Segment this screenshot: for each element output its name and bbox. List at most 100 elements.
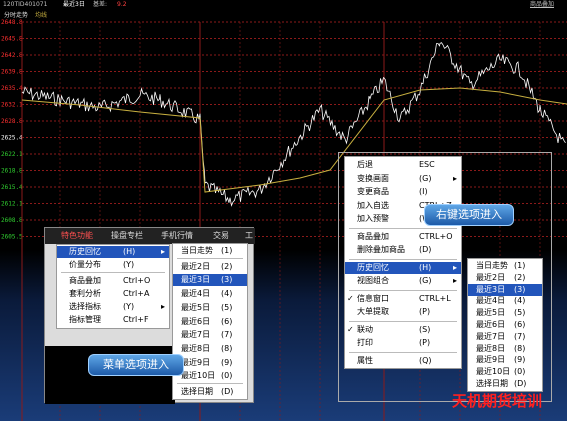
menu-item[interactable]: 变换画面 (G) ▸ — [345, 173, 461, 185]
menu-item[interactable]: 选择日期 (D) — [173, 386, 247, 398]
menu-item-shortcut: (Y) — [123, 302, 135, 311]
menu-item-label: 最近6日 — [181, 316, 211, 326]
menu-item[interactable]: 最近3日 (3) — [173, 274, 247, 287]
menu-item-shortcut: (D) — [514, 379, 527, 388]
menu-item-label: 联动 — [357, 324, 373, 334]
menu-item-label: 加入预警 — [357, 214, 389, 223]
chart-subheader: 分时走势 均线 — [0, 10, 567, 21]
menu-item[interactable]: 商品叠加 Ctrl+O — [57, 275, 169, 287]
menu-item-shortcut: (4) — [221, 289, 233, 299]
menu-item-shortcut: (6) — [514, 320, 526, 329]
y-tick-label: 2608.8 — [1, 217, 23, 224]
menu-item-label: 最近3日 — [476, 284, 506, 294]
y-tick-label: 2605.5 — [1, 234, 23, 241]
menu-item-label: 价量分布 — [69, 260, 101, 269]
menu-separator — [177, 383, 243, 384]
menu-item[interactable]: 最近4日 (4) — [173, 288, 247, 300]
menu-item-shortcut: (5) — [514, 308, 526, 318]
menu-item[interactable]: 最近2日 (2) — [468, 272, 542, 284]
quote-header: 120TID401071 最近3日 基差: 9.2 商品叠加 — [0, 0, 567, 10]
menu-item-shortcut: (0) — [221, 371, 233, 381]
menu-item-label: 选择指标 — [69, 302, 101, 311]
submenu-arrow-icon: ▸ — [452, 276, 457, 285]
menu-item[interactable]: 后退 ESC — [345, 159, 461, 171]
menu-separator — [349, 289, 457, 291]
tab-mobile-quotes[interactable]: 手机行情 — [161, 228, 193, 244]
menu-item[interactable]: 打印 (P) — [345, 337, 461, 349]
menu-item-label: 大单提取 — [357, 307, 389, 316]
watermark: 天机期货培训 — [452, 392, 543, 410]
menu-item[interactable]: 指标管理 Ctrl+F — [57, 314, 169, 326]
y-tick-label: 2645.8 — [1, 36, 23, 43]
y-tick-label: 2622.1 — [1, 151, 23, 158]
menu-item[interactable]: ✓ 信息窗口 CTRL+L — [345, 293, 461, 305]
y-tick-label: 2639.8 — [1, 69, 23, 76]
menu-separator — [349, 227, 457, 229]
menu-item-shortcut: (0) — [514, 367, 526, 377]
menu-item-label: 后退 — [357, 160, 373, 169]
menu-item[interactable]: 视图组合 (G) ▸ — [345, 275, 461, 287]
menu-item[interactable]: 最近5日 (5) — [173, 302, 247, 314]
left-context-menu: 历史回忆 (H) ▸ 价量分布 (Y) 商品叠加 Ctrl+O 套利分析 Ctrl+A 选择指标 (… — [56, 244, 170, 329]
menu-item[interactable]: 最近8日 (8) — [468, 343, 542, 355]
menu-item[interactable]: 最近10日 (0) — [173, 370, 247, 382]
overlay-link[interactable]: 商品叠加 — [530, 0, 554, 10]
submenu-arrow-icon: ▸ — [452, 262, 457, 272]
menu-item[interactable]: 最近3日 (3) — [468, 283, 542, 296]
menu-item[interactable]: 删除叠加商品 (D) — [345, 244, 461, 256]
menu-item[interactable]: 最近10日 (0) — [468, 366, 542, 378]
menu-item[interactable]: 最近8日 (8) — [173, 343, 247, 355]
tab-trade[interactable]: 交易 — [213, 228, 229, 244]
menu-item[interactable]: 最近6日 (6) — [173, 316, 247, 328]
menu-item[interactable]: 最近5日 (5) — [468, 307, 542, 319]
contract-code: 120TID401071 — [3, 1, 48, 8]
menu-item[interactable]: 商品叠加 CTRL+O — [345, 231, 461, 243]
menu-item[interactable]: 变更商品 (I) — [345, 186, 461, 198]
menu-item-label: 选择日期 — [181, 387, 213, 396]
menu-item[interactable]: 当日走势 (1) — [468, 260, 542, 272]
right-context-menu: 后退ESC变换画面(G)▸变更商品(I)加入自选CTRL+Z▸加入预警(W)商品… — [344, 156, 462, 369]
menu-bar: 特色功能 操盘专栏 手机行情 交易 工 — [45, 228, 255, 244]
menu-item-shortcut: (D) — [221, 387, 234, 396]
menu-item[interactable]: 当日走势 (1) — [173, 245, 247, 257]
menu-item[interactable]: 选择日期 (D) — [468, 378, 542, 390]
menu-item-label: 最近2日 — [181, 261, 211, 271]
menu-item-label: 最近5日 — [476, 308, 506, 318]
menu-callout-text: 菜单选项进入 — [103, 358, 169, 371]
menu-item[interactable]: 价量分布 (Y) — [57, 259, 169, 271]
menu-item[interactable]: 历史回忆 (H) ▸ — [345, 261, 461, 274]
menu-item[interactable]: 最近4日 (4) — [468, 295, 542, 307]
menu-item-shortcut: (Q) — [419, 355, 432, 365]
menu-item[interactable]: 套利分析 Ctrl+A — [57, 288, 169, 300]
menu-item[interactable]: 最近2日 (2) — [173, 261, 247, 273]
menu-item[interactable]: 最近7日 (7) — [468, 331, 542, 343]
menu-item[interactable]: 最近9日 (9) — [468, 354, 542, 366]
menu-separator — [349, 320, 457, 322]
menu-item[interactable]: 最近6日 (6) — [468, 319, 542, 331]
menu-item[interactable]: 大单提取 (P) — [345, 306, 461, 318]
menu-item[interactable]: 选择指标 (Y) ▸ — [57, 301, 169, 313]
y-tick-label: 2632.1 — [1, 102, 23, 109]
menu-item[interactable]: 最近9日 (9) — [173, 357, 247, 369]
tab-tools[interactable]: 工 — [245, 228, 253, 244]
right-history-submenu: 当日走势 (1) 最近2日 (2) 最近3日 (3) 最近4日 (4) 最近5日 (5) 最近6日 (… — [467, 258, 543, 392]
menu-item[interactable]: ✓ 联动 (S) — [345, 324, 461, 336]
tab-features[interactable]: 特色功能 — [61, 228, 93, 244]
menu-item-label: 信息窗口 — [357, 293, 389, 303]
menu-item-shortcut: (S) — [419, 324, 431, 334]
menu-item[interactable]: 最近7日 (7) — [173, 329, 247, 341]
menu-item-label: 历史回忆 — [69, 247, 101, 256]
menu-item-shortcut: (7) — [221, 330, 233, 340]
menu-item-label: 加入自选 — [357, 200, 389, 210]
tab-trading-column[interactable]: 操盘专栏 — [111, 228, 143, 244]
submenu-arrow-icon: ▸ — [452, 173, 457, 183]
menu-item-shortcut: (1) — [514, 261, 526, 270]
menu-item[interactable]: 历史回忆 (H) ▸ — [57, 246, 169, 258]
menu-item-shortcut: (D) — [419, 245, 432, 254]
checkmark-icon: ✓ — [347, 324, 354, 334]
menu-item-shortcut: (9) — [221, 357, 233, 367]
menu-item-label: 打印 — [357, 338, 373, 347]
menu-item[interactable]: 属性 (Q) — [345, 355, 461, 367]
menu-item-label: 变更商品 — [357, 187, 389, 196]
menu-separator — [177, 257, 243, 259]
